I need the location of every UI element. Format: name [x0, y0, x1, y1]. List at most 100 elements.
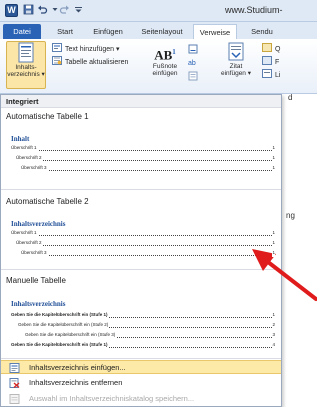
- update-table-button[interactable]: Tabelle aktualisieren: [52, 56, 128, 68]
- toc-entry-label: Überschrift 3: [21, 249, 48, 257]
- remove-toc-icon: [9, 378, 20, 389]
- toc-document-icon: [16, 42, 36, 64]
- footnote-superscript: 1: [172, 48, 176, 56]
- divider: [1, 269, 281, 270]
- citation-label-2: einfügen ▾: [220, 70, 251, 77]
- toc-button-label-2: verzeichnis ▾: [7, 71, 45, 78]
- insert-toc-label: Inhaltsverzeichnis einfügen...: [29, 363, 126, 372]
- toc-entry-page: 1: [272, 249, 275, 257]
- citation-label: Zitat: [229, 63, 243, 70]
- ribbon-body: Inhalts- verzeichnis ▾ Text hinzufügen ▾…: [0, 39, 317, 94]
- toc-entry-label: Überschrift 2: [16, 239, 43, 247]
- toc-entry: Überschrift 2 1: [16, 154, 275, 162]
- toc-entry-label: Überschrift 1: [11, 144, 38, 152]
- bibliography-label: Li: [275, 72, 281, 79]
- tab-references[interactable]: Verweise: [193, 24, 237, 39]
- tab-insert[interactable]: Einfügen: [88, 24, 128, 39]
- toc-entry-page: 1: [272, 239, 275, 247]
- footnote-label: Fußnote: [152, 63, 178, 70]
- toc-entry: Geben Sie die Kapitelüberschrift ein (St…: [18, 321, 275, 329]
- undo-icon[interactable]: [36, 4, 48, 17]
- window-title: www.Studium-: [225, 5, 283, 15]
- toc-entry-page: 1: [272, 311, 275, 319]
- toc-entry-page: 4: [272, 341, 275, 349]
- add-text-label: Text hinzufügen ▾: [65, 46, 120, 53]
- insert-toc-menu-item[interactable]: Inhaltsverzeichnis einfügen...: [1, 360, 281, 374]
- save-icon[interactable]: [22, 4, 34, 17]
- style-button[interactable]: F: [262, 56, 279, 68]
- toc-heading: Inhaltsverzeichnis: [11, 300, 66, 308]
- toc-entry-page: 1: [272, 164, 275, 172]
- footnote-icon: AB1: [148, 41, 182, 63]
- show-notes-icon[interactable]: [188, 71, 198, 81]
- word-app-icon[interactable]: W: [5, 4, 18, 17]
- style-icon: [262, 56, 272, 65]
- insert-toc-icon: [9, 363, 20, 373]
- toc-heading: Inhaltsverzeichnis: [11, 220, 66, 228]
- toc-heading: Inhalt: [11, 135, 30, 143]
- manage-sources-label: Q: [275, 46, 281, 53]
- add-text-button[interactable]: Text hinzufügen ▾: [52, 43, 120, 55]
- save-to-gallery-label: Auswahl im Inhaltsverzeichniskatalog spe…: [29, 394, 195, 403]
- bibliography-icon: [262, 69, 272, 78]
- next-footnote-icon[interactable]: ab: [188, 57, 198, 67]
- tab-file[interactable]: Datei: [3, 24, 41, 39]
- toc-entry-page: 2: [272, 321, 275, 329]
- toc-entry-label: Geben Sie die Kapitelüberschrift ein (St…: [25, 331, 117, 339]
- divider: [1, 358, 281, 359]
- gallery-title-manual-table: Manuelle Tabelle: [6, 276, 66, 285]
- save-selection-to-gallery-menu-item[interactable]: Auswahl im Inhaltsverzeichniskatalog spe…: [1, 392, 281, 406]
- toc-entry: Überschrift 1 1: [11, 144, 275, 152]
- customize-toolbar-icon[interactable]: [72, 4, 84, 17]
- divider: [1, 189, 281, 190]
- toc-entry-label: Geben Sie die Kapitelüberschrift ein (St…: [11, 311, 109, 319]
- bibliography-button[interactable]: Li: [262, 69, 280, 81]
- toc-entry: Geben Sie die Kapitelüberschrift ein (St…: [25, 331, 275, 339]
- manage-sources-button[interactable]: Q: [262, 43, 280, 55]
- tab-mailings[interactable]: Sendu: [242, 24, 282, 39]
- toc-button-label: Inhalts-: [15, 64, 37, 71]
- toc-entry: Geben Sie die Kapitelüberschrift ein (St…: [11, 341, 275, 349]
- toc-entry-label: Geben Sie die Kapitelüberschrift ein (St…: [18, 321, 110, 329]
- document-area[interactable]: d ng: [282, 93, 317, 407]
- toc-entry: Überschrift 3 1: [21, 249, 275, 257]
- citation-icon: [226, 41, 246, 63]
- add-text-icon: [52, 43, 62, 52]
- toc-entry-page: 1: [272, 229, 275, 237]
- title-bar: W www.Studium-: [0, 0, 317, 22]
- toc-entry-page: 3: [272, 331, 275, 339]
- toc-entry: Überschrift 1 1: [11, 229, 275, 237]
- insert-endnote-icon[interactable]: [188, 44, 198, 54]
- tab-home[interactable]: Start: [50, 24, 80, 39]
- ribbon-tabs: Datei Start Einfügen Seitenlayout Verwei…: [0, 22, 317, 39]
- toc-entry-label: Überschrift 2: [16, 154, 43, 162]
- gallery-title-auto-table-2: Automatische Tabelle 2: [6, 197, 89, 206]
- update-table-label: Tabelle aktualisieren: [65, 59, 129, 66]
- toc-entry-label: Überschrift 1: [11, 229, 38, 237]
- remove-toc-label: Inhaltsverzeichnis entfernen: [29, 378, 123, 387]
- toc-entry: Überschrift 3 1: [21, 164, 275, 172]
- toc-entry-page: 1: [272, 154, 275, 162]
- style-label: F: [275, 59, 280, 66]
- toc-entry-label: Geben Sie die Kapitelüberschrift ein (St…: [11, 341, 109, 349]
- toc-entry-label: Überschrift 3: [21, 164, 48, 172]
- insert-footnote-button[interactable]: AB1 Fußnote einfügen: [148, 41, 182, 89]
- toc-gallery-dropdown: Integriert Automatische Tabelle 1 Inhalt…: [0, 94, 282, 407]
- toc-entry: Überschrift 2 1: [16, 239, 275, 247]
- manage-sources-icon: [262, 43, 272, 52]
- section-header-builtin: Integriert: [1, 95, 281, 108]
- footnote-label-2: einfügen: [152, 70, 178, 77]
- document-fragment-d: d: [288, 93, 293, 102]
- remove-toc-menu-item[interactable]: Inhaltsverzeichnis entfernen: [1, 376, 281, 390]
- update-table-icon: [52, 56, 62, 65]
- tab-page-layout[interactable]: Seitenlayout: [136, 24, 188, 39]
- toc-entry: Geben Sie die Kapitelüberschrift ein (St…: [11, 311, 275, 319]
- svg-text:ab: ab: [188, 60, 196, 67]
- table-of-contents-button[interactable]: Inhalts- verzeichnis ▾: [6, 41, 46, 89]
- gallery-title-auto-table-1: Automatische Tabelle 1: [6, 112, 89, 121]
- insert-citation-button[interactable]: Zitat einfügen ▾: [218, 41, 254, 89]
- footnote-glyph: AB: [154, 47, 173, 63]
- document-fragment-ng: ng: [286, 211, 295, 220]
- redo-icon[interactable]: [58, 4, 70, 17]
- save-to-gallery-icon: [9, 394, 20, 404]
